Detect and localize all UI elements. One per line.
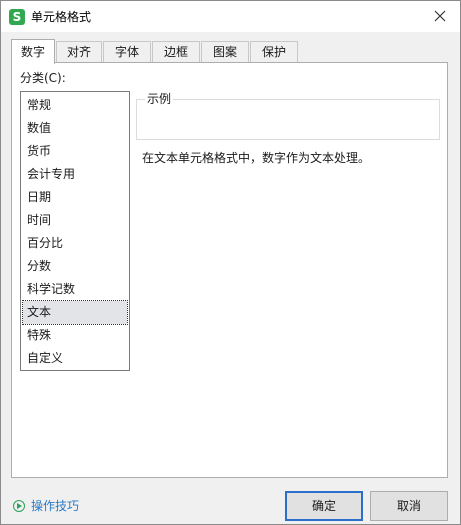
category-item-accounting[interactable]: 会计专用 — [23, 163, 127, 186]
tab-font[interactable]: 字体 — [103, 41, 151, 62]
tips-link[interactable]: 操作技巧 — [13, 498, 79, 514]
category-list[interactable]: 常规 数值 货币 会计专用 日期 时间 百分比 分数 科学记数 文本 特殊 自定… — [20, 91, 130, 371]
category-item-percentage[interactable]: 百分比 — [23, 232, 127, 255]
title-bar[interactable]: S 单元格格式 — [1, 1, 460, 32]
category-item-date[interactable]: 日期 — [23, 186, 127, 209]
category-item-time[interactable]: 时间 — [23, 209, 127, 232]
close-button[interactable] — [426, 4, 454, 30]
category-item-general[interactable]: 常规 — [23, 94, 127, 117]
tab-protection[interactable]: 保护 — [250, 41, 298, 62]
play-circle-icon — [13, 499, 25, 512]
tips-label: 操作技巧 — [31, 499, 80, 513]
number-tab-panel: 分类(C): 常规 数值 货币 会计专用 日期 时间 百分比 分数 科学记数 文… — [11, 62, 448, 478]
category-item-fraction[interactable]: 分数 — [23, 255, 127, 278]
category-item-currency[interactable]: 货币 — [23, 140, 127, 163]
format-cells-dialog: S 单元格格式 数字 对齐 字体 边框 图案 保护 分类(C): 常规 数值 货… — [0, 0, 461, 525]
category-item-number[interactable]: 数值 — [23, 117, 127, 140]
tab-border[interactable]: 边框 — [152, 41, 200, 62]
category-label: 分类(C): — [20, 71, 66, 85]
sample-legend: 示例 — [145, 92, 174, 106]
ok-button[interactable]: 确定 — [285, 491, 363, 521]
tab-alignment[interactable]: 对齐 — [56, 41, 102, 62]
tab-number[interactable]: 数字 — [11, 39, 55, 64]
tab-patterns[interactable]: 图案 — [201, 41, 249, 62]
app-icon: S — [9, 9, 25, 25]
category-item-scientific[interactable]: 科学记数 — [23, 278, 127, 301]
format-description: 在文本单元格格式中，数字作为文本处理。 — [142, 151, 371, 165]
category-item-special[interactable]: 特殊 — [23, 324, 127, 347]
category-item-custom[interactable]: 自定义 — [23, 347, 127, 370]
cancel-button[interactable]: 取消 — [370, 491, 448, 521]
dialog-title: 单元格格式 — [31, 10, 92, 24]
sample-group: 示例 — [136, 92, 440, 140]
category-item-text[interactable]: 文本 — [22, 300, 128, 325]
close-icon — [434, 10, 446, 22]
